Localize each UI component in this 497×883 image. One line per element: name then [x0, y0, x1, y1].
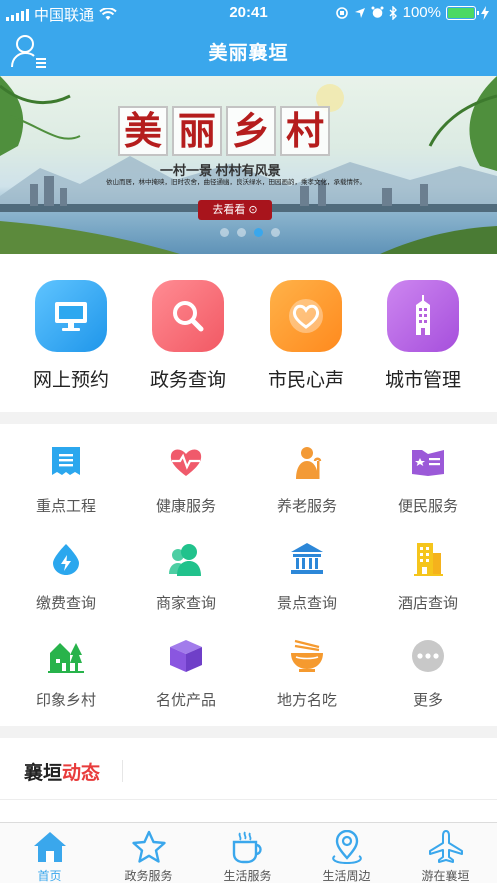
quick-item-label: 政务查询 — [149, 370, 226, 391]
banner-go-button[interactable]: 去看看 ⊙ — [198, 200, 272, 220]
service-label: 更多 — [412, 692, 443, 709]
hotel-icon — [410, 541, 446, 577]
carousel-dot[interactable] — [237, 228, 246, 237]
service-label: 地方名吃 — [276, 692, 337, 709]
quick-item-gov-query[interactable]: 政务查询 — [133, 280, 243, 392]
service-label: 养老服务 — [276, 498, 337, 515]
coffee-icon — [198, 829, 297, 865]
service-label: 重点工程 — [35, 498, 96, 515]
list-icon — [48, 444, 84, 480]
banner-title-char: 村 — [280, 106, 330, 156]
tab-gov-services[interactable]: 政务服务 — [99, 829, 198, 883]
news-title-main: 襄垣 — [24, 763, 63, 784]
service-label: 名优产品 — [155, 692, 216, 709]
status-bar: 中国联通 20:41 100% — [0, 0, 497, 26]
tab-bar: 首页 政务服务 生活服务 生活周边 游在襄垣 — [0, 822, 497, 883]
app-frame: 中国联通 20:41 100% 美丽襄垣 美 丽 乡 村 一村一景 村村有风景 … — [0, 0, 497, 883]
quick-item-online-booking[interactable]: 网上预约 — [16, 280, 126, 392]
service-convenience[interactable]: 便民服务 — [366, 444, 490, 516]
quick-item-label: 市民心声 — [267, 370, 344, 391]
charging-icon — [481, 5, 489, 20]
service-more[interactable]: 更多 — [366, 638, 490, 710]
quick-features: 网上预约 政务查询 市民心声 城市管理 — [0, 254, 497, 412]
alarm-icon — [371, 6, 384, 18]
service-label: 健康服务 — [155, 498, 216, 515]
elder-icon — [289, 444, 325, 480]
tab-label: 生活周边 — [322, 869, 371, 883]
box-icon — [168, 638, 204, 674]
noodle-icon — [289, 638, 325, 674]
service-label: 酒店查询 — [397, 595, 458, 612]
people-icon — [168, 541, 204, 577]
orientation-lock-icon — [335, 6, 348, 19]
quick-item-label: 网上预约 — [32, 370, 109, 391]
search-icon — [152, 280, 224, 352]
banner-carousel[interactable]: 美 丽 乡 村 一村一景 村村有风景 依山而居，林中掩映，旧时农舍，曲径通幽，良… — [0, 76, 497, 254]
star-icon — [99, 829, 198, 865]
tab-nearby[interactable]: 生活周边 — [297, 829, 396, 883]
tab-tourism[interactable]: 游在襄垣 — [396, 829, 495, 883]
banner-title: 美 丽 乡 村 — [118, 106, 330, 156]
news-divider — [122, 760, 123, 782]
service-label: 便民服务 — [397, 498, 458, 515]
banner-title-char: 乡 — [226, 106, 276, 156]
carousel-dot-active[interactable] — [254, 228, 263, 237]
quick-item-label: 城市管理 — [384, 370, 461, 391]
banner-title-char: 丽 — [172, 106, 222, 156]
service-famous-products[interactable]: 名优产品 — [124, 638, 248, 710]
more-icon — [410, 638, 446, 674]
service-hotel-query[interactable]: 酒店查询 — [366, 541, 490, 613]
quick-item-city-management[interactable]: 城市管理 — [368, 280, 478, 392]
location-arrow-icon — [354, 7, 365, 18]
home-icon — [0, 829, 99, 865]
heart-icon — [270, 280, 342, 352]
plane-icon — [396, 829, 495, 865]
battery-percent: 100% — [402, 4, 441, 21]
news-title-highlight: 动态 — [62, 763, 101, 784]
service-label: 缴费查询 — [35, 595, 96, 612]
carousel-dots — [220, 228, 280, 237]
service-payment-query[interactable]: 缴费查询 — [4, 541, 128, 613]
quick-item-citizen-voice[interactable]: 市民心声 — [251, 280, 361, 392]
service-label: 印象乡村 — [35, 692, 96, 709]
bluetooth-icon — [389, 5, 397, 20]
service-label: 商家查询 — [155, 595, 216, 612]
service-health[interactable]: 健康服务 — [124, 444, 248, 516]
top-bar: 中国联通 20:41 100% 美丽襄垣 — [0, 0, 497, 76]
carousel-dot[interactable] — [271, 228, 280, 237]
tab-label: 政务服务 — [124, 869, 173, 883]
service-label: 景点查询 — [276, 595, 337, 612]
service-local-food[interactable]: 地方名吃 — [245, 638, 369, 710]
service-key-projects[interactable]: 重点工程 — [4, 444, 128, 516]
news-title[interactable]: 襄垣动态 — [24, 758, 100, 785]
page-title: 美丽襄垣 — [208, 43, 289, 64]
service-elderly-care[interactable]: 养老服务 — [245, 444, 369, 516]
drop-icon — [48, 541, 84, 577]
services-grid: 重点工程 健康服务 养老服务 便民服务 缴费查询 商家查询 景点查询 酒店查询 … — [0, 424, 497, 726]
building-icon — [387, 280, 459, 352]
village-icon — [48, 638, 84, 674]
service-village-impression[interactable]: 印象乡村 — [4, 638, 128, 710]
tab-label: 生活服务 — [223, 869, 272, 883]
tab-label: 首页 — [37, 869, 62, 883]
carousel-dot[interactable] — [220, 228, 229, 237]
tab-home[interactable]: 首页 — [0, 829, 99, 883]
service-attraction-query[interactable]: 景点查询 — [245, 541, 369, 613]
service-merchant-query[interactable]: 商家查询 — [124, 541, 248, 613]
monitor-icon — [35, 280, 107, 352]
temple-icon — [289, 541, 325, 577]
battery-icon — [446, 5, 479, 20]
tab-label: 游在襄垣 — [421, 869, 470, 883]
news-separator — [0, 799, 497, 800]
news-section: 襄垣动态 — [0, 738, 497, 828]
banner-description: 依山而居，林中掩映，旧时农舍，曲径通幽，良沃绿水，田园画韵，乘孝文化，承载情怀。 — [106, 179, 366, 186]
heartbeat-icon — [168, 444, 204, 480]
tab-life-services[interactable]: 生活服务 — [198, 829, 297, 883]
location-icon — [297, 829, 396, 865]
banner-title-char: 美 — [118, 106, 168, 156]
card-icon — [410, 444, 446, 480]
